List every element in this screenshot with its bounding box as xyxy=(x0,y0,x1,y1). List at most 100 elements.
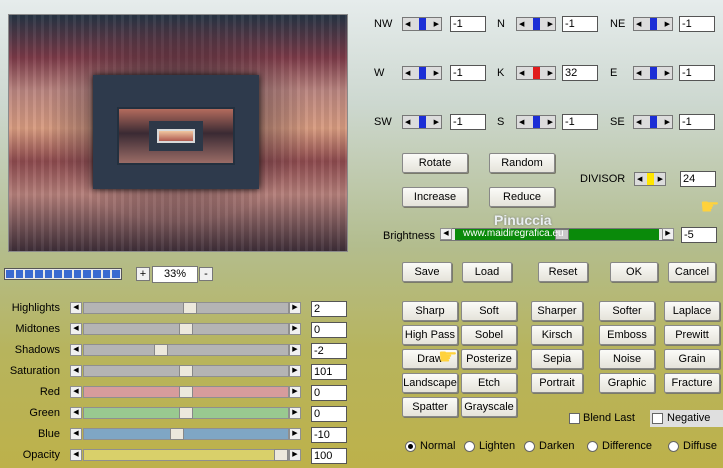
direction-value-se[interactable]: -1 xyxy=(679,114,715,130)
slider-value-midtones[interactable]: 0 xyxy=(311,322,347,338)
random-button[interactable]: Random xyxy=(489,153,555,173)
direction-value-ne[interactable]: -1 xyxy=(679,16,715,32)
arrow-left-icon[interactable]: ◀ xyxy=(70,302,82,314)
arrow-right-icon[interactable]: ▶ xyxy=(289,386,301,398)
effect-button-sepia[interactable]: Sepia xyxy=(531,349,583,369)
effect-button-sobel[interactable]: Sobel xyxy=(461,325,517,345)
effect-button-sharp[interactable]: Sharp xyxy=(402,301,458,321)
reset-button[interactable]: Reset xyxy=(538,262,588,282)
effect-button-grain[interactable]: Grain xyxy=(664,349,720,369)
mode-radio-darken[interactable] xyxy=(524,441,535,452)
cancel-button[interactable]: Cancel xyxy=(668,262,716,282)
direction-spinner-sw[interactable]: ◀ ▶ xyxy=(402,115,442,129)
increase-button[interactable]: Increase xyxy=(402,187,468,207)
direction-spinner-s[interactable]: ◀ ▶ xyxy=(516,115,556,129)
zoom-in-button[interactable]: + xyxy=(136,267,150,281)
slider-track-shadows[interactable] xyxy=(83,344,289,356)
arrow-left-icon[interactable]: ◀ xyxy=(70,407,82,419)
effect-button-landscape[interactable]: Landscape xyxy=(402,373,458,393)
slider-value-shadows[interactable]: -2 xyxy=(311,343,347,359)
load-button[interactable]: Load xyxy=(462,262,512,282)
direction-spinner-e[interactable]: ◀ ▶ xyxy=(633,66,673,80)
direction-spinner-k[interactable]: ◀ ▶ xyxy=(516,66,556,80)
save-button[interactable]: Save xyxy=(402,262,452,282)
slider-thumb-blue[interactable] xyxy=(170,428,184,440)
mode-radio-lighten[interactable] xyxy=(464,441,475,452)
effect-button-noise[interactable]: Noise xyxy=(599,349,655,369)
negative-checkbox[interactable] xyxy=(652,413,663,424)
slider-value-saturation[interactable]: 101 xyxy=(311,364,347,380)
arrow-right-icon[interactable]: ▶ xyxy=(662,228,674,240)
direction-value-nw[interactable]: -1 xyxy=(450,16,486,32)
effect-button-prewitt[interactable]: Prewitt xyxy=(664,325,720,345)
arrow-right-icon[interactable]: ▶ xyxy=(289,344,301,356)
zoom-out-button[interactable]: - xyxy=(199,267,213,281)
effect-button-portrait[interactable]: Portrait xyxy=(531,373,583,393)
effect-button-softer[interactable]: Softer xyxy=(599,301,655,321)
slider-track-opacity[interactable] xyxy=(83,449,289,461)
arrow-right-icon[interactable]: ▶ xyxy=(289,323,301,335)
slider-track-saturation[interactable] xyxy=(83,365,289,377)
arrow-right-icon[interactable]: ▶ xyxy=(289,428,301,440)
rotate-button[interactable]: Rotate xyxy=(402,153,468,173)
divisor-spinner[interactable]: ◀ ▶ xyxy=(634,172,666,186)
mode-radio-difference[interactable] xyxy=(587,441,598,452)
slider-value-highlights[interactable]: 2 xyxy=(311,301,347,317)
arrow-left-icon[interactable]: ◀ xyxy=(70,323,82,335)
effect-button-fracture[interactable]: Fracture xyxy=(664,373,720,393)
direction-value-sw[interactable]: -1 xyxy=(450,114,486,130)
slider-thumb-highlights[interactable] xyxy=(183,302,197,314)
arrow-left-icon[interactable]: ◀ xyxy=(70,449,82,461)
slider-thumb-red[interactable] xyxy=(179,386,193,398)
slider-value-blue[interactable]: -10 xyxy=(311,427,347,443)
slider-value-green[interactable]: 0 xyxy=(311,406,347,422)
mode-radio-diffuse[interactable] xyxy=(668,441,679,452)
direction-value-n[interactable]: -1 xyxy=(562,16,598,32)
slider-thumb-saturation[interactable] xyxy=(179,365,193,377)
direction-spinner-w[interactable]: ◀ ▶ xyxy=(402,66,442,80)
direction-spinner-se[interactable]: ◀ ▶ xyxy=(633,115,673,129)
arrow-left-icon[interactable]: ◀ xyxy=(70,386,82,398)
effect-button-soft[interactable]: Soft xyxy=(461,301,517,321)
effect-button-high-pass[interactable]: High Pass xyxy=(402,325,458,345)
arrow-left-icon[interactable]: ◀ xyxy=(70,428,82,440)
arrow-right-icon[interactable]: ▶ xyxy=(289,365,301,377)
direction-value-e[interactable]: -1 xyxy=(679,65,715,81)
slider-thumb-green[interactable] xyxy=(179,407,193,419)
effect-button-etch[interactable]: Etch xyxy=(461,373,517,393)
arrow-left-icon[interactable]: ◀ xyxy=(70,344,82,356)
blend-last-checkbox[interactable] xyxy=(569,413,580,424)
arrow-right-icon[interactable]: ▶ xyxy=(289,302,301,314)
slider-track-blue[interactable] xyxy=(83,428,289,440)
slider-track-green[interactable] xyxy=(83,407,289,419)
effect-button-sharper[interactable]: Sharper xyxy=(531,301,583,321)
direction-spinner-nw[interactable]: ◀ ▶ xyxy=(402,17,442,31)
direction-spinner-n[interactable]: ◀ ▶ xyxy=(516,17,556,31)
effect-button-posterize[interactable]: Posterize xyxy=(461,349,517,369)
effect-button-emboss[interactable]: Emboss xyxy=(599,325,655,345)
arrow-left-icon[interactable]: ◀ xyxy=(70,365,82,377)
slider-track-red[interactable] xyxy=(83,386,289,398)
effect-button-kirsch[interactable]: Kirsch xyxy=(531,325,583,345)
brightness-slider[interactable]: ◀ ▶ www.maidiregrafica.eu xyxy=(440,228,674,241)
direction-spinner-ne[interactable]: ◀ ▶ xyxy=(633,17,673,31)
effect-button-laplace[interactable]: Laplace xyxy=(664,301,720,321)
mode-radio-normal[interactable] xyxy=(405,441,416,452)
slider-value-opacity[interactable]: 100 xyxy=(311,448,347,464)
reduce-button[interactable]: Reduce xyxy=(489,187,555,207)
arrow-right-icon[interactable]: ▶ xyxy=(289,449,301,461)
slider-thumb-shadows[interactable] xyxy=(154,344,168,356)
direction-value-s[interactable]: -1 xyxy=(562,114,598,130)
slider-track-highlights[interactable] xyxy=(83,302,289,314)
slider-thumb-opacity[interactable] xyxy=(274,449,288,461)
arrow-right-icon[interactable]: ▶ xyxy=(289,407,301,419)
arrow-left-icon[interactable]: ◀ xyxy=(440,228,452,240)
slider-thumb-midtones[interactable] xyxy=(179,323,193,335)
direction-value-w[interactable]: -1 xyxy=(450,65,486,81)
slider-value-red[interactable]: 0 xyxy=(311,385,347,401)
direction-value-k[interactable]: 32 xyxy=(562,65,598,81)
brightness-value[interactable]: -5 xyxy=(681,227,717,243)
effect-button-spatter[interactable]: Spatter xyxy=(402,397,458,417)
divisor-value[interactable]: 24 xyxy=(680,171,716,187)
effect-button-grayscale[interactable]: Grayscale xyxy=(461,397,517,417)
